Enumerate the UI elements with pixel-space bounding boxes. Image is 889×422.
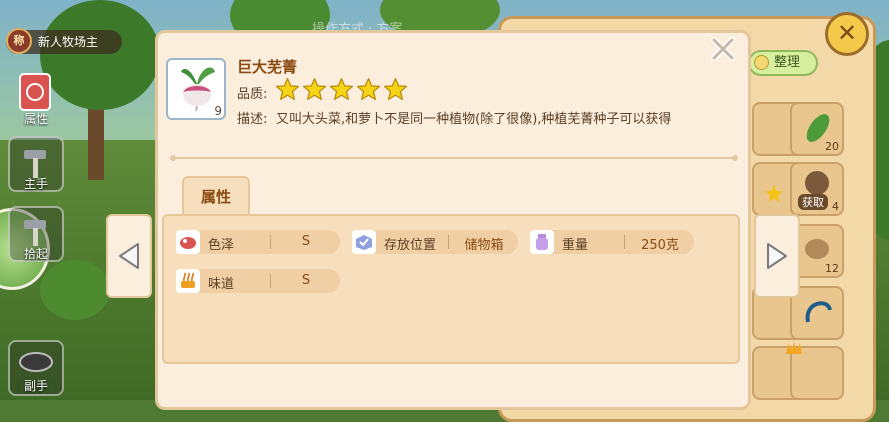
- quality-star-icon: [329, 77, 354, 101]
- separator: [624, 235, 625, 249]
- quality-star-icon: [275, 77, 300, 101]
- tidy-button[interactable]: 整理: [748, 50, 818, 76]
- close-icon[interactable]: [710, 36, 736, 62]
- tidy-icon: [754, 55, 769, 70]
- inventory-slot[interactable]: 20: [790, 102, 844, 156]
- inventory-slot[interactable]: 获取 4: [790, 162, 844, 216]
- player-title-badge[interactable]: 称 新人牧场主: [6, 28, 122, 54]
- arrow-right-icon: [767, 243, 787, 269]
- main-hand-label: 主手: [23, 177, 48, 191]
- bush: [40, 260, 110, 320]
- color-icon: [176, 230, 200, 254]
- taste-icon: [176, 269, 200, 293]
- potato-icon: [805, 239, 829, 259]
- sickle-icon: [805, 301, 832, 323]
- separator: [270, 274, 271, 288]
- description-label: 描述:: [237, 112, 268, 127]
- item-description: 又叫大头菜,和萝卜不是同一种植物(除了很像),种植芜菁种子可以获得: [276, 112, 672, 127]
- player-title-text: 新人牧场主: [38, 35, 99, 49]
- attribute-storage: 存放位置 储物箱: [352, 230, 518, 254]
- arrow-left-icon: [119, 243, 139, 269]
- attribute-value: S: [301, 273, 311, 288]
- attributes-label: 属性: [23, 112, 48, 126]
- quality-star-icon: [356, 77, 381, 101]
- attribute-color: 色泽 S: [176, 230, 340, 254]
- attribute-taste: 味道 S: [176, 269, 340, 293]
- weight-jar-icon: [530, 230, 554, 254]
- next-item-button[interactable]: [754, 214, 800, 298]
- item-quantity: 9: [214, 104, 222, 118]
- separator: [270, 235, 271, 249]
- pot-icon: [19, 352, 53, 372]
- pickup-label: 拾起: [23, 247, 48, 261]
- item-name: 巨大芜菁: [237, 58, 298, 76]
- slot-count: 12: [825, 262, 839, 275]
- inventory-close-button[interactable]: ✕: [825, 12, 869, 56]
- separator: [448, 235, 449, 249]
- attribute-weight: 重量 250克: [530, 230, 694, 254]
- attribute-name: 重量: [562, 238, 589, 253]
- attribute-name: 味道: [208, 277, 235, 292]
- previous-item-button[interactable]: [106, 214, 152, 298]
- tab-attributes[interactable]: 属性: [182, 176, 250, 216]
- slot-count: 4: [832, 200, 839, 213]
- tidy-label: 整理: [774, 55, 801, 70]
- attribute-value: S: [301, 234, 311, 249]
- attribute-value: 250克: [641, 238, 679, 253]
- quality-star-icon: [383, 77, 408, 101]
- storage-box-icon: [352, 230, 376, 254]
- attributes-icon: [19, 73, 51, 111]
- attribute-name: 色泽: [208, 238, 235, 253]
- title-emblem-icon: 称: [6, 28, 32, 54]
- obtain-tag: 获取: [798, 194, 828, 210]
- divider: [170, 155, 738, 161]
- item-thumbnail: 9: [166, 58, 226, 120]
- crown-icon: [786, 342, 802, 354]
- slot-count: 20: [825, 140, 839, 153]
- star-icon: [765, 185, 783, 202]
- attribute-value: 储物箱: [464, 238, 504, 253]
- off-hand-label: 副手: [23, 379, 48, 393]
- inventory-slot[interactable]: [786, 342, 844, 400]
- quality-star-icon: [302, 77, 327, 101]
- quality-label: 品质:: [237, 87, 268, 102]
- attribute-name: 存放位置: [384, 238, 437, 253]
